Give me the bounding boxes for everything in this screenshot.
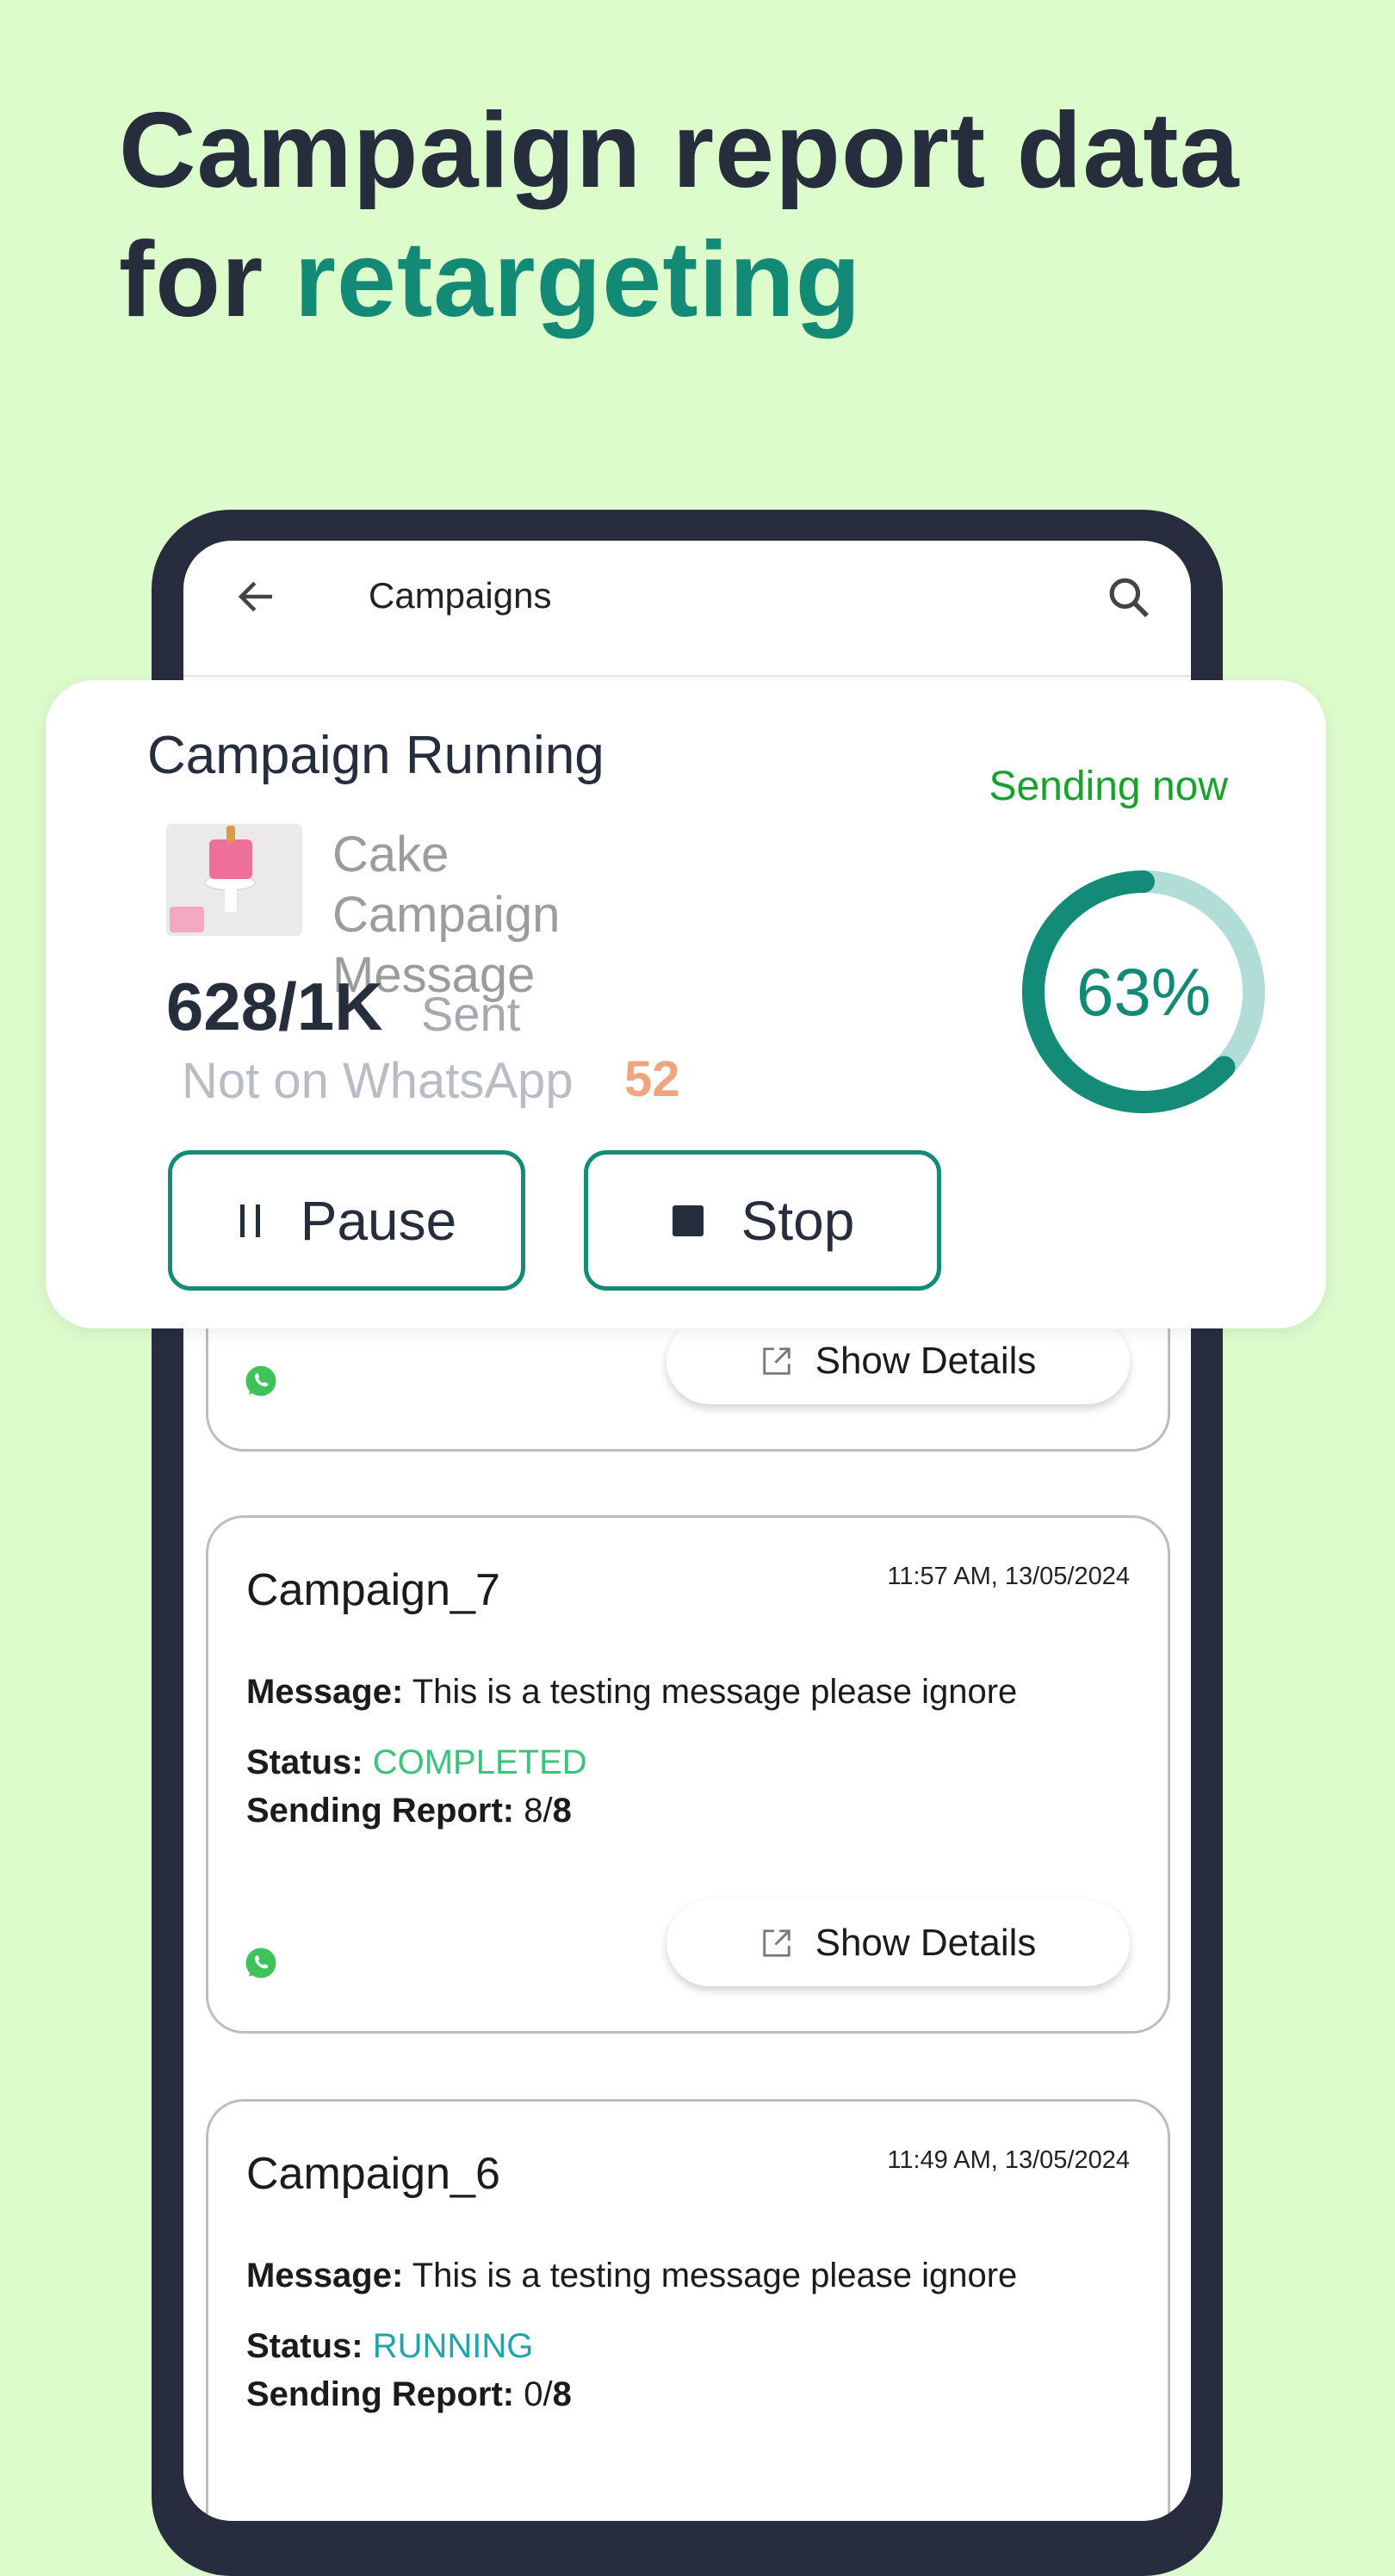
app-bar: Campaigns [183, 541, 1191, 677]
not-on-whatsapp-count: 52 [624, 1051, 680, 1107]
show-details-label: Show Details [815, 1340, 1037, 1382]
report-total: 8 [552, 1792, 572, 1830]
message-label: Message: [246, 1673, 404, 1711]
report-label: Sending Report: [246, 1792, 515, 1830]
stop-button[interactable]: Stop [584, 1150, 941, 1291]
arrow-left-icon[interactable] [233, 573, 280, 620]
headline: Campaign report data for retargeting [119, 86, 1240, 344]
pause-label: Pause [300, 1189, 457, 1252]
headline-prefix: for [119, 220, 294, 339]
not-on-whatsapp-label: Not on WhatsApp [182, 1053, 574, 1109]
headline-accent: retargeting [294, 220, 862, 339]
campaign-status: Status: COMPLETED [246, 1743, 587, 1782]
whatsapp-icon [245, 1947, 276, 1978]
stop-icon [672, 1204, 704, 1236]
status-label: Status: [246, 1743, 363, 1781]
whatsapp-icon [245, 1365, 276, 1396]
campaign-running-card: Campaign Running Sending now Cake Campai… [46, 680, 1326, 1328]
report-total: 8 [552, 2375, 572, 2413]
sending-report: Sending Report: 0/8 [246, 2375, 572, 2414]
sending-status: Sending now [989, 764, 1228, 809]
report-label: Sending Report: [246, 2375, 515, 2413]
campaign-name: Campaign_6 [246, 2149, 500, 2199]
headline-line-1: Campaign report data [119, 91, 1240, 210]
progress-percent: 63% [1076, 953, 1212, 1030]
report-sent: 0/ [524, 2375, 553, 2413]
campaign-thumbnail [166, 824, 302, 936]
campaign-name: Campaign_7 [246, 1565, 500, 1615]
campaign-message: Message: This is a testing message pleas… [246, 1673, 1017, 1712]
campaign-message: Message: This is a testing message pleas… [246, 2257, 1017, 2295]
report-sent: 8/ [524, 1792, 553, 1830]
message-text: This is a testing message please ignore [412, 1673, 1018, 1711]
message-text: This is a testing message please ignore [412, 2257, 1018, 2294]
pause-button[interactable]: Pause [168, 1150, 525, 1291]
show-details-button[interactable]: Show Details [666, 1900, 1130, 1986]
status-label: Status: [246, 2327, 363, 2365]
show-details-button[interactable]: Show Details [666, 1318, 1130, 1404]
stop-label: Stop [741, 1189, 855, 1252]
campaign-time: 11:57 AM, 13/05/2024 [887, 1563, 1130, 1590]
status-badge: COMPLETED [372, 1743, 587, 1781]
sending-report: Sending Report: 8/8 [246, 1792, 572, 1830]
status-badge: RUNNING [372, 2327, 534, 2365]
campaign-card[interactable]: Campaign_6 11:49 AM, 13/05/2024 Message:… [206, 2099, 1170, 2521]
headline-line-2: for retargeting [119, 215, 1240, 344]
sent-label: Sent [421, 987, 521, 1041]
pause-icon [239, 1204, 260, 1237]
message-label: Message: [246, 2257, 404, 2294]
campaign-card[interactable]: Campaign_7 11:57 AM, 13/05/2024 Message:… [206, 1515, 1170, 2034]
campaign-time: 11:49 AM, 13/05/2024 [887, 2146, 1130, 2174]
show-details-label: Show Details [815, 1922, 1037, 1964]
sent-count: 628/1K [166, 969, 383, 1044]
external-link-icon [762, 1347, 790, 1375]
page-title: Campaigns [369, 575, 552, 616]
campaign-status: Status: RUNNING [246, 2327, 533, 2366]
search-icon[interactable] [1105, 573, 1153, 622]
running-title: Campaign Running [147, 726, 604, 785]
external-link-icon [762, 1929, 790, 1957]
